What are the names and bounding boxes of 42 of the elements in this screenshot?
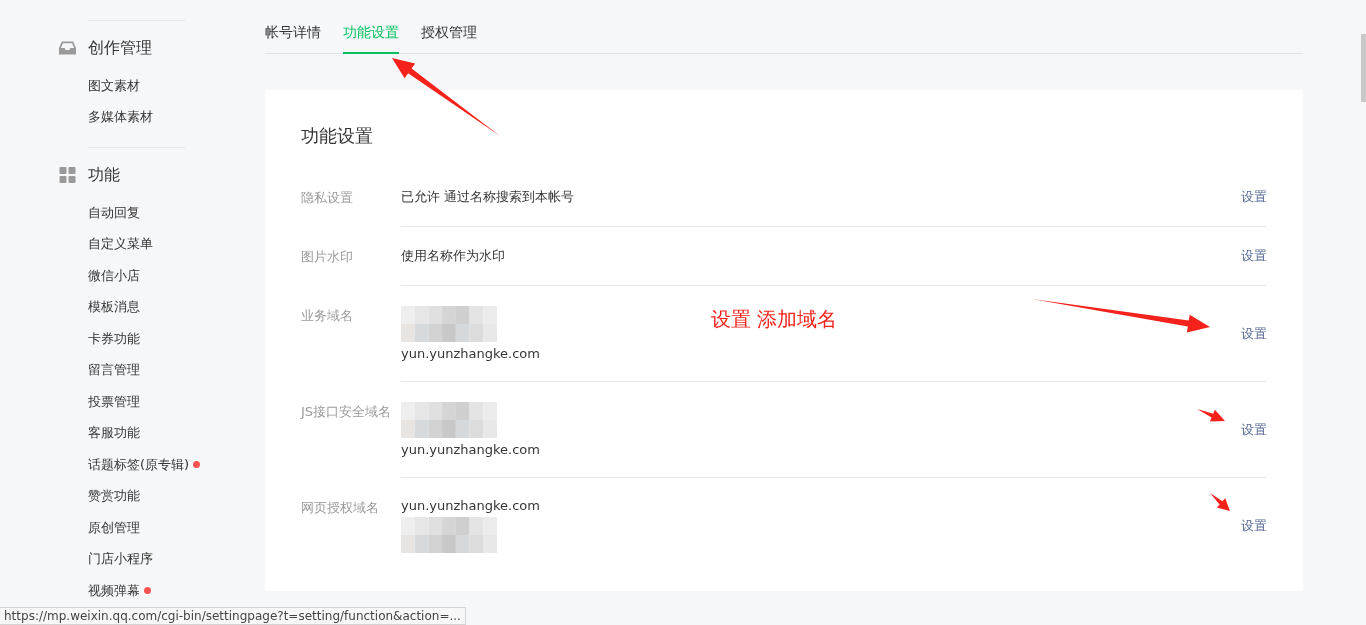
sidebar-item[interactable]: 卡券功能 [88,329,140,348]
sidebar-item[interactable]: 多媒体素材 [88,108,153,127]
inbox-icon [59,40,76,56]
sidebar-item[interactable]: 自定义菜单 [88,235,153,254]
setting-value: yun.yunzhangke.com [401,442,540,457]
section-title: 创作管理 [88,37,152,59]
annotation-arrow [1210,493,1230,511]
sidebar-item[interactable]: 客服功能 [88,424,140,443]
card-title: 功能设置 [301,124,374,148]
settings-link[interactable]: 设置 [1241,516,1267,535]
sidebar-item[interactable]: 门店小程序 [88,550,153,569]
sidebar-item[interactable]: 微信小店 [88,266,140,285]
sidebar-item[interactable]: 投票管理 [88,392,140,411]
setting-label: JS接口安全域名 [301,403,393,421]
tab[interactable]: 授权管理 [421,24,477,54]
tab[interactable]: 帐号详情 [265,24,321,54]
status-bar-url: https://mp.weixin.qq.com/cgi-bin/settingpage?t=setting/function&action=... [0,607,466,625]
setting-label: 业务域名 [301,307,354,325]
section-title: 功能 [88,164,120,186]
sidebar-item[interactable]: 视频弹幕 [88,581,140,600]
annotation-text: 设置 添加域名 [711,306,838,333]
annotation-arrow [1197,409,1225,422]
sidebar-item[interactable]: 话题标签(原专辑) [88,455,190,474]
sidebar-item[interactable]: 赞赏功能 [88,487,140,506]
setting-label: 网页授权域名 [301,499,380,517]
setting-value: 使用名称作为水印 [401,247,505,265]
sidebar-item[interactable]: 留言管理 [88,361,140,380]
setting-value: yun.yunzhangke.com [401,346,540,361]
setting-label: 隐私设置 [301,189,354,207]
sidebar-item[interactable]: 模板消息 [88,298,140,317]
settings-link[interactable]: 设置 [1241,247,1267,265]
setting-value: yun.yunzhangke.com [401,498,540,513]
sidebar-item[interactable]: 图文素材 [88,76,140,95]
setting-label: 图片水印 [301,248,354,266]
sidebar-item[interactable]: 原创管理 [88,518,140,537]
settings-link[interactable]: 设置 [1241,188,1267,206]
settings-link[interactable]: 设置 [1241,420,1267,439]
setting-value: 已允许 通过名称搜索到本帐号 [401,188,575,206]
grid-icon [59,167,76,183]
scrollbar[interactable] [1361,34,1366,102]
sidebar-item[interactable]: 自动回复 [88,203,140,222]
settings-link[interactable]: 设置 [1241,324,1267,343]
